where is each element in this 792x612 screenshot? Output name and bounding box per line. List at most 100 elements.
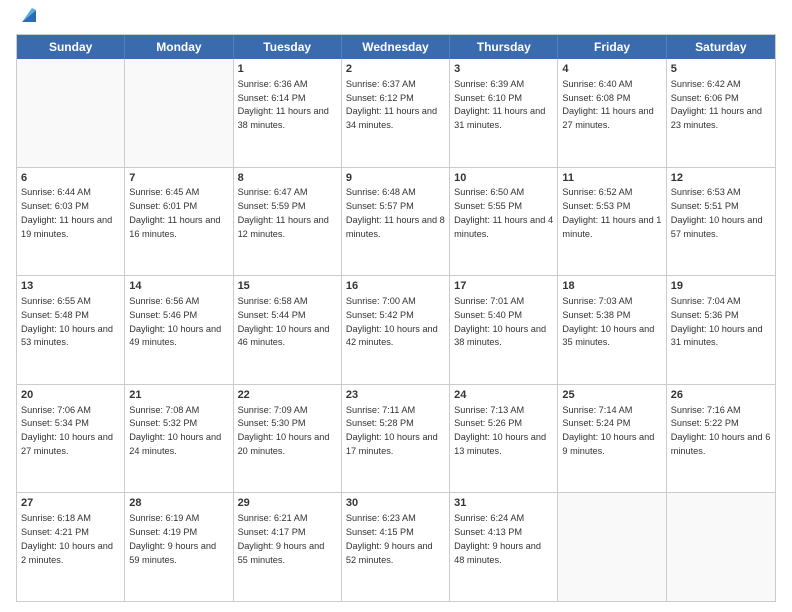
calendar-cell: 14Sunrise: 6:56 AMSunset: 5:46 PMDayligh… xyxy=(125,276,233,384)
calendar-cell: 9Sunrise: 6:48 AMSunset: 5:57 PMDaylight… xyxy=(342,168,450,276)
header-day: Saturday xyxy=(667,35,775,59)
day-number: 4 xyxy=(562,62,661,77)
calendar-cell: 16 Sunrise: 7:00 AMSunset: 5:42 PMDayligh… xyxy=(342,276,450,384)
cell-text: Sunrise: 6:39 AMSunset: 6:10 PMDaylight:… xyxy=(454,79,545,130)
header-day: Wednesday xyxy=(342,35,450,59)
calendar-cell: 10Sunrise: 6:50 AMSunset: 5:55 PMDayligh… xyxy=(450,168,558,276)
calendar: SundayMondayTuesdayWednesdayThursdayFrid… xyxy=(16,34,776,602)
day-number: 10 xyxy=(454,171,553,186)
day-number: 16 xyxy=(346,279,445,294)
cell-text: Sunrise: 6:19 AMSunset: 4:19 PMDaylight:… xyxy=(129,513,216,564)
calendar-cell: 30 Sunrise: 6:23 AMSunset: 4:15 PMDayligh… xyxy=(342,493,450,601)
day-number: 20 xyxy=(21,388,120,403)
day-number: 9 xyxy=(346,171,445,186)
day-number: 31 xyxy=(454,496,553,511)
calendar-cell xyxy=(17,59,125,167)
cell-text: Sunrise: 7:09 AMSunset: 5:30 PMDaylight:… xyxy=(238,405,330,456)
calendar-cell: 3 Sunrise: 6:39 AMSunset: 6:10 PMDaylight… xyxy=(450,59,558,167)
day-number: 6 xyxy=(21,171,120,186)
cell-text: Sunrise: 6:50 AMSunset: 5:55 PMDaylight:… xyxy=(454,187,553,238)
logo-icon xyxy=(18,4,40,26)
day-number: 3 xyxy=(454,62,553,77)
cell-text: Sunrise: 7:16 AMSunset: 5:22 PMDaylight:… xyxy=(671,405,771,456)
day-number: 1 xyxy=(238,62,337,77)
day-number: 25 xyxy=(562,388,661,403)
calendar-cell: 31 Sunrise: 6:24 AMSunset: 4:13 PMDayligh… xyxy=(450,493,558,601)
day-number: 8 xyxy=(238,171,337,186)
day-number: 24 xyxy=(454,388,553,403)
cell-text: Sunrise: 6:48 AMSunset: 5:57 PMDaylight:… xyxy=(346,187,445,238)
logo xyxy=(16,12,40,26)
calendar-cell: 29Sunrise: 6:21 AMSunset: 4:17 PMDayligh… xyxy=(234,493,342,601)
cell-text: Sunrise: 6:37 AMSunset: 6:12 PMDaylight:… xyxy=(346,79,437,130)
calendar-cell: 5 Sunrise: 6:42 AMSunset: 6:06 PMDaylight… xyxy=(667,59,775,167)
day-number: 15 xyxy=(238,279,337,294)
calendar-cell: 24Sunrise: 7:13 AMSunset: 5:26 PMDayligh… xyxy=(450,385,558,493)
calendar-cell: 25 Sunrise: 7:14 AMSunset: 5:24 PMDayligh… xyxy=(558,385,666,493)
cell-text: Sunrise: 7:11 AMSunset: 5:28 PMDaylight:… xyxy=(346,405,438,456)
cell-text: Sunrise: 7:08 AMSunset: 5:32 PMDaylight:… xyxy=(129,405,221,456)
cell-text: Sunrise: 6:47 AMSunset: 5:59 PMDaylight:… xyxy=(238,187,329,238)
day-number: 19 xyxy=(671,279,771,294)
calendar-cell: 1 Sunrise: 6:36 AMSunset: 6:14 PMDaylight… xyxy=(234,59,342,167)
day-number: 14 xyxy=(129,279,228,294)
cell-text: Sunrise: 7:04 AMSunset: 5:36 PMDaylight:… xyxy=(671,296,763,347)
calendar-row: 13Sunrise: 6:55 AMSunset: 5:48 PMDayligh… xyxy=(17,275,775,384)
day-number: 17 xyxy=(454,279,553,294)
cell-text: Sunrise: 7:01 AMSunset: 5:40 PMDaylight:… xyxy=(454,296,546,347)
day-number: 26 xyxy=(671,388,771,403)
header-day: Monday xyxy=(125,35,233,59)
cell-text: Sunrise: 7:03 AMSunset: 5:38 PMDaylight:… xyxy=(562,296,654,347)
day-number: 30 xyxy=(346,496,445,511)
cell-text: Sunrise: 6:53 AMSunset: 5:51 PMDaylight:… xyxy=(671,187,763,238)
cell-text: Sunrise: 7:14 AMSunset: 5:24 PMDaylight:… xyxy=(562,405,654,456)
calendar-body: 1 Sunrise: 6:36 AMSunset: 6:14 PMDaylight… xyxy=(17,59,775,601)
day-number: 2 xyxy=(346,62,445,77)
calendar-cell xyxy=(667,493,775,601)
cell-text: Sunrise: 6:40 AMSunset: 6:08 PMDaylight:… xyxy=(562,79,653,130)
cell-text: Sunrise: 6:18 AMSunset: 4:21 PMDaylight:… xyxy=(21,513,113,564)
day-number: 18 xyxy=(562,279,661,294)
day-number: 23 xyxy=(346,388,445,403)
calendar-cell xyxy=(558,493,666,601)
cell-text: Sunrise: 6:24 AMSunset: 4:13 PMDaylight:… xyxy=(454,513,541,564)
calendar-cell: 19 Sunrise: 7:04 AMSunset: 5:36 PMDayligh… xyxy=(667,276,775,384)
header-day: Thursday xyxy=(450,35,558,59)
cell-text: Sunrise: 6:55 AMSunset: 5:48 PMDaylight:… xyxy=(21,296,113,347)
header-day: Friday xyxy=(558,35,666,59)
day-number: 27 xyxy=(21,496,120,511)
cell-text: Sunrise: 6:21 AMSunset: 4:17 PMDaylight:… xyxy=(238,513,325,564)
cell-text: Sunrise: 7:00 AMSunset: 5:42 PMDaylight:… xyxy=(346,296,438,347)
day-number: 22 xyxy=(238,388,337,403)
calendar-cell: 20 Sunrise: 7:06 AMSunset: 5:34 PMDayligh… xyxy=(17,385,125,493)
header-day: Tuesday xyxy=(234,35,342,59)
calendar-cell: 2 Sunrise: 6:37 AMSunset: 6:12 PMDaylight… xyxy=(342,59,450,167)
day-number: 28 xyxy=(129,496,228,511)
cell-text: Sunrise: 6:45 AMSunset: 6:01 PMDaylight:… xyxy=(129,187,220,238)
day-number: 21 xyxy=(129,388,228,403)
calendar-row: 1 Sunrise: 6:36 AMSunset: 6:14 PMDaylight… xyxy=(17,59,775,167)
cell-text: Sunrise: 6:52 AMSunset: 5:53 PMDaylight:… xyxy=(562,187,661,238)
header-day: Sunday xyxy=(17,35,125,59)
day-number: 7 xyxy=(129,171,228,186)
header xyxy=(16,12,776,26)
calendar-cell: 4 Sunrise: 6:40 AMSunset: 6:08 PMDaylight… xyxy=(558,59,666,167)
calendar-cell: 6Sunrise: 6:44 AMSunset: 6:03 PMDaylight… xyxy=(17,168,125,276)
day-number: 11 xyxy=(562,171,661,186)
calendar-cell: 23 Sunrise: 7:11 AMSunset: 5:28 PMDayligh… xyxy=(342,385,450,493)
cell-text: Sunrise: 6:36 AMSunset: 6:14 PMDaylight:… xyxy=(238,79,329,130)
calendar-cell: 17 Sunrise: 7:01 AMSunset: 5:40 PMDayligh… xyxy=(450,276,558,384)
day-number: 5 xyxy=(671,62,771,77)
calendar-cell: 11Sunrise: 6:52 AMSunset: 5:53 PMDayligh… xyxy=(558,168,666,276)
page: SundayMondayTuesdayWednesdayThursdayFrid… xyxy=(0,0,792,612)
calendar-cell xyxy=(125,59,233,167)
calendar-cell: 7Sunrise: 6:45 AMSunset: 6:01 PMDaylight… xyxy=(125,168,233,276)
cell-text: Sunrise: 6:23 AMSunset: 4:15 PMDaylight:… xyxy=(346,513,433,564)
calendar-cell: 13Sunrise: 6:55 AMSunset: 5:48 PMDayligh… xyxy=(17,276,125,384)
calendar-cell: 18 Sunrise: 7:03 AMSunset: 5:38 PMDayligh… xyxy=(558,276,666,384)
cell-text: Sunrise: 6:42 AMSunset: 6:06 PMDaylight:… xyxy=(671,79,762,130)
cell-text: Sunrise: 7:06 AMSunset: 5:34 PMDaylight:… xyxy=(21,405,113,456)
cell-text: Sunrise: 6:58 AMSunset: 5:44 PMDaylight:… xyxy=(238,296,330,347)
calendar-cell: 28 Sunrise: 6:19 AMSunset: 4:19 PMDayligh… xyxy=(125,493,233,601)
calendar-cell: 8Sunrise: 6:47 AMSunset: 5:59 PMDaylight… xyxy=(234,168,342,276)
